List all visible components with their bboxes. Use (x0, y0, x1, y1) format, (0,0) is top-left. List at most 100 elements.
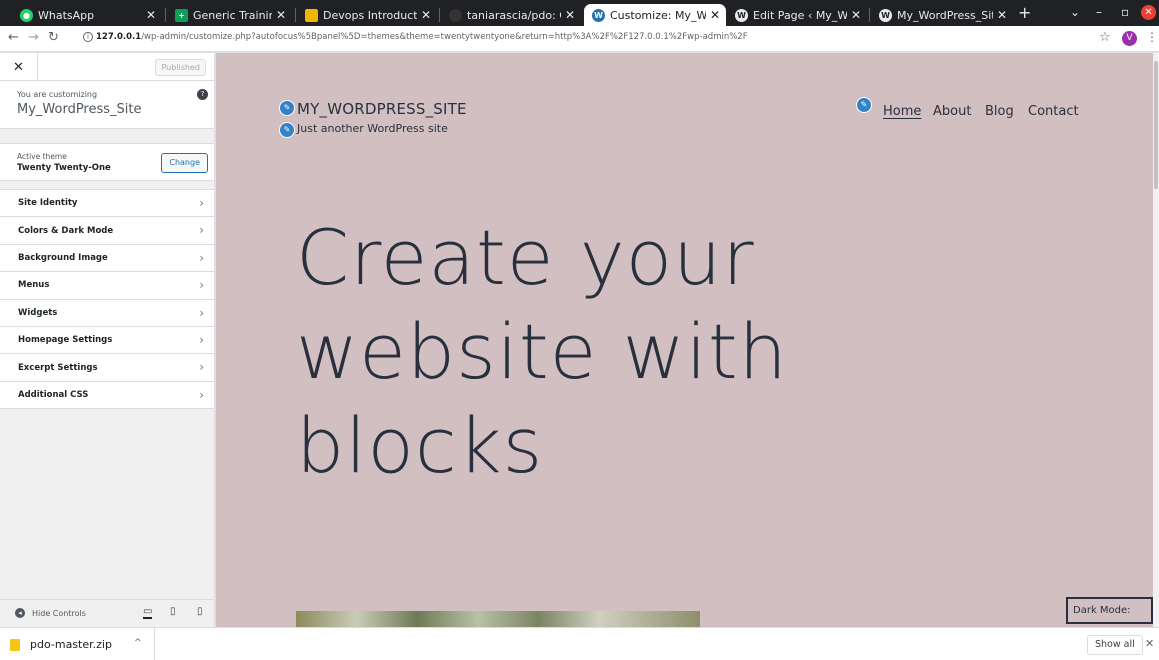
browser-tab-whatsapp[interactable]: ● WhatsApp ✕ (12, 4, 162, 26)
panel-additional-css[interactable]: Additional CSS › (0, 382, 214, 410)
sheets-icon: + (175, 8, 188, 22)
hide-controls-button[interactable]: ◂ Hide Controls (15, 608, 86, 618)
panel-widgets[interactable]: Widgets › (0, 300, 214, 327)
chevron-right-icon: › (199, 196, 204, 210)
panel-site-identity[interactable]: Site Identity › (0, 190, 214, 218)
close-icon[interactable]: ✕ (146, 8, 156, 22)
mobile-preview-icon[interactable]: ▯ (197, 606, 203, 617)
active-theme-name: Twenty Twenty-One (17, 163, 111, 173)
panel-excerpt-settings[interactable]: Excerpt Settings › (0, 354, 214, 382)
download-bar: pdo-master.zip ^ Show all ✕ (0, 627, 1159, 660)
bookmark-star-icon[interactable]: ☆ (1099, 30, 1111, 45)
panel-label: Widgets (18, 307, 58, 318)
url-host: 127.0.0.1 (96, 32, 142, 42)
browser-tab-edit-page[interactable]: W Edit Page ‹ My_WordPre… ✕ (727, 4, 867, 26)
change-theme-button[interactable]: Change (161, 153, 208, 173)
browser-tab-strip: ● WhatsApp ✕ + Generic Training - WB6… ✕… (0, 0, 1159, 26)
scrollbar-thumb[interactable] (1154, 61, 1158, 189)
browser-menu-icon[interactable]: ⋮ (1146, 30, 1158, 44)
profile-avatar[interactable]: V (1122, 31, 1137, 46)
show-all-button[interactable]: Show all (1087, 635, 1143, 655)
tab-title: My_WordPress_Site – Ju… (897, 8, 993, 22)
close-icon[interactable]: ✕ (997, 8, 1007, 22)
address-bar[interactable]: 127.0.0.1/wp-admin/customize.php?autofoc… (96, 32, 748, 42)
panel-label: Menus (18, 280, 50, 291)
tab-title: Devops Introduction An… (323, 8, 417, 22)
panel-label: Additional CSS (18, 389, 89, 400)
tab-title: Customize: My_WordPre… (610, 8, 706, 22)
browser-tab-generic-training[interactable]: + Generic Training - WB6… ✕ (167, 4, 292, 26)
close-icon[interactable]: ✕ (276, 8, 286, 22)
site-tagline: Just another WordPress site (297, 122, 448, 135)
download-item[interactable]: pdo-master.zip ^ (0, 628, 155, 660)
close-icon[interactable]: ✕ (565, 8, 575, 22)
hero-image (296, 611, 700, 627)
download-file-name: pdo-master.zip (30, 638, 112, 651)
zip-file-icon (10, 638, 20, 651)
chevron-up-icon[interactable]: ^ (134, 638, 142, 648)
customizer-panel-list: Site Identity › Colors & Dark Mode › Backg… (0, 189, 214, 410)
nav-link-contact[interactable]: Contact (1028, 104, 1079, 119)
close-icon[interactable]: ✕ (710, 8, 720, 22)
help-icon[interactable]: ? (197, 89, 208, 100)
nav-link-blog[interactable]: Blog (985, 104, 1014, 119)
active-theme-section: Active theme Twenty Twenty-One Change (0, 143, 214, 181)
chevron-right-icon: › (199, 332, 204, 347)
wordpress-icon: W (592, 8, 605, 22)
tab-search-icon[interactable]: ⌄ (1070, 5, 1080, 19)
customizing-info: You are customizing My_WordPress_Site ? (0, 81, 214, 129)
customizer-footer: ◂ Hide Controls ▭ ▯ ▯ (0, 599, 214, 627)
window-close-button[interactable]: ✕ (1141, 5, 1156, 20)
chevron-right-icon: › (199, 250, 204, 265)
browser-toolbar: ← → ↻ i 127.0.0.1/wp-admin/customize.php… (0, 26, 1159, 52)
wordpress-icon: W (735, 8, 748, 22)
reload-button[interactable]: ↻ (48, 30, 59, 45)
preview-scrollbar[interactable] (1153, 53, 1159, 627)
panel-colors-dark-mode[interactable]: Colors & Dark Mode › (0, 217, 214, 245)
dark-mode-toggle[interactable]: Dark Mode: Off (1066, 597, 1153, 624)
edit-shortcut-pencil-icon[interactable]: ✎ (279, 122, 295, 138)
hide-controls-label: Hide Controls (32, 608, 86, 618)
browser-tab-site[interactable]: W My_WordPress_Site – Ju… ✕ (871, 4, 1013, 26)
nav-link-about[interactable]: About (933, 104, 971, 119)
url-path: /wp-admin/customize.php?autofocus%5Bpane… (141, 32, 748, 42)
edit-shortcut-pencil-icon[interactable]: ✎ (279, 100, 295, 116)
panel-label: Background Image (18, 252, 108, 263)
close-customizer-button[interactable]: ✕ (0, 53, 38, 81)
desktop-preview-icon[interactable]: ▭ (143, 606, 153, 619)
close-icon[interactable]: ✕ (1145, 637, 1154, 650)
customizing-label: You are customizing (17, 90, 98, 99)
tab-title: Edit Page ‹ My_WordPre… (753, 8, 847, 22)
panel-label: Colors & Dark Mode (18, 225, 114, 236)
tablet-preview-icon[interactable]: ▯ (170, 606, 176, 617)
customizer-sidebar: ✕ Published You are customizing My_WordP… (0, 53, 215, 627)
browser-tab-customize[interactable]: W Customize: My_WordPre… ✕ (584, 4, 726, 26)
tab-title: taniarascia/pdo: Conne… (467, 8, 561, 22)
tab-title: WhatsApp (38, 8, 95, 22)
github-icon (449, 8, 462, 22)
panel-background-image[interactable]: Background Image › (0, 245, 214, 273)
panel-label: Homepage Settings (18, 335, 113, 346)
browser-tab-github[interactable]: taniarascia/pdo: Conne… ✕ (441, 4, 581, 26)
new-tab-button[interactable]: + (1018, 3, 1031, 22)
browser-tab-devops[interactable]: Devops Introduction An… ✕ (297, 4, 437, 26)
edit-shortcut-pencil-icon[interactable]: ✎ (856, 97, 872, 113)
panel-menus[interactable]: Menus › (0, 272, 214, 300)
close-icon[interactable]: ✕ (851, 8, 861, 22)
forward-button[interactable]: → (28, 30, 39, 45)
panel-homepage-settings[interactable]: Homepage Settings › (0, 327, 214, 355)
maximize-button[interactable]: ▫ (1121, 5, 1129, 19)
close-icon[interactable]: ✕ (421, 8, 431, 22)
site-title[interactable]: MY_WORDPRESS_SITE (297, 100, 467, 118)
published-button[interactable]: Published (155, 59, 206, 76)
chevron-right-icon: › (199, 223, 204, 238)
chevron-right-icon: › (199, 305, 204, 320)
wordpress-icon: W (879, 8, 892, 22)
nav-link-home[interactable]: Home (883, 104, 921, 119)
chevron-right-icon: › (199, 278, 204, 293)
site-info-icon[interactable]: i (83, 32, 93, 42)
hero-heading: Create your website with blocks (296, 213, 788, 490)
back-button[interactable]: ← (8, 30, 19, 45)
minimize-button[interactable]: – (1096, 5, 1102, 19)
chevron-right-icon: › (199, 360, 204, 375)
